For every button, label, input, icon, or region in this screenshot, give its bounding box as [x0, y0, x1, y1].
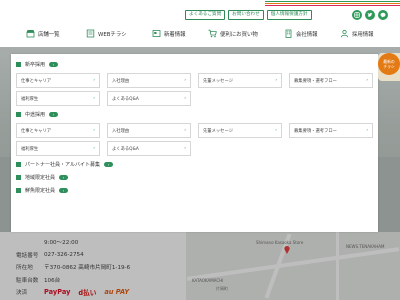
- section-mid-career[interactable]: 中途採用 ›: [16, 110, 378, 119]
- square-bullet-icon: [16, 162, 21, 167]
- mid-career-link-requirements[interactable]: 募集要項・選考フロー ›: [289, 123, 373, 138]
- mid-career-link-career[interactable]: 仕事とキャリア ›: [16, 123, 100, 138]
- arrow-right-icon: ›: [59, 188, 69, 193]
- new-grad-link-messages[interactable]: 先輩メッセージ ›: [198, 73, 282, 88]
- new-grad-links: 仕事とキャリア › 入社理由 › 先輩メッセージ › 募集要項・選考フロー › 福利厚生…: [16, 73, 378, 106]
- nav-label: 会社情報: [296, 31, 318, 38]
- chevron-right-icon: ›: [184, 146, 186, 151]
- section-part-time[interactable]: パートナー社員・アルバイト募集 ›: [16, 160, 378, 169]
- header-decoration: [265, 0, 400, 7]
- building-icon: [284, 29, 293, 38]
- chevron-right-icon: ›: [93, 78, 95, 83]
- new-grad-link-requirements[interactable]: 募集要項・選考フロー ›: [289, 73, 373, 88]
- utility-links: よくあるご質問 お問い合わせ 個人情報保護方針: [185, 10, 312, 20]
- mid-career-links: 仕事とキャリア › 入社理由 › 先輩メッセージ › 募集要項・選考フロー › 福利厚生…: [16, 123, 378, 156]
- nav-label: 便利にお買い物: [220, 31, 258, 38]
- nav-label: WEBチラシ: [98, 31, 127, 38]
- chevron-right-icon: ›: [366, 128, 368, 133]
- mid-career-link-faq[interactable]: よくあるQ&A ›: [107, 141, 191, 156]
- section-regional[interactable]: 地域限定社員 ›: [16, 173, 378, 182]
- square-bullet-icon: [16, 188, 21, 193]
- chevron-right-icon: ›: [366, 78, 368, 83]
- chevron-right-icon: ›: [275, 128, 277, 133]
- nav-label: 店舗一覧: [38, 31, 60, 38]
- chevron-right-icon: ›: [275, 78, 277, 83]
- privacy-link[interactable]: 個人情報保護方針: [266, 10, 312, 20]
- chevron-right-icon: ›: [184, 96, 186, 101]
- chevron-right-icon: ›: [184, 128, 186, 133]
- square-bullet-icon: [16, 175, 21, 180]
- faq-link[interactable]: よくあるご質問: [185, 10, 226, 20]
- chevron-right-icon: ›: [184, 78, 186, 83]
- chevron-right-icon: ›: [93, 146, 95, 151]
- shop-icon: [26, 29, 35, 38]
- arrow-right-icon: ›: [49, 62, 59, 67]
- recruit-dropdown: 新卒採用 › 仕事とキャリア › 入社理由 › 先輩メッセージ › 募集要項・選考フロ…: [11, 54, 378, 232]
- latest-flyer-badge[interactable]: 最新の チラシ: [378, 53, 400, 81]
- nav-label: 新着情報: [164, 31, 186, 38]
- site-header: よくあるご質問 お問い合わせ 個人情報保護方針 店舗一覧 WEBチラシ 新着情報…: [0, 0, 400, 47]
- arrow-right-icon: ›: [49, 112, 59, 117]
- arrow-right-icon: ›: [59, 175, 69, 180]
- new-grad-link-faq[interactable]: よくあるQ&A ›: [107, 91, 191, 106]
- sns-links: [352, 10, 388, 20]
- chevron-right-icon: ›: [93, 128, 95, 133]
- nav-recruit[interactable]: 採用情報: [340, 29, 374, 38]
- nav-convenient-shopping[interactable]: 便利にお買い物: [208, 29, 258, 38]
- nav-shops[interactable]: 店舗一覧: [26, 29, 60, 38]
- new-grad-link-reason[interactable]: 入社理由 ›: [107, 73, 191, 88]
- nav-web-flyer[interactable]: WEBチラシ: [86, 29, 127, 38]
- square-bullet-icon: [16, 112, 21, 117]
- twitter-icon[interactable]: [365, 10, 375, 20]
- flyer-icon: [86, 29, 95, 38]
- news-icon: [152, 29, 161, 38]
- instagram-icon[interactable]: [352, 10, 362, 20]
- section-shop-specific[interactable]: 鮮魚限定社員 ›: [16, 186, 378, 195]
- global-nav: 店舗一覧 WEBチラシ 新着情報 便利にお買い物 会社情報 採用情報: [0, 26, 400, 42]
- mid-career-link-reason[interactable]: 入社理由 ›: [107, 123, 191, 138]
- flyer-badge-circle: 最新の チラシ: [378, 53, 400, 75]
- new-grad-link-career[interactable]: 仕事とキャリア ›: [16, 73, 100, 88]
- nav-company[interactable]: 会社情報: [284, 29, 318, 38]
- nav-news[interactable]: 新着情報: [152, 29, 186, 38]
- nav-label: 採用情報: [352, 31, 374, 38]
- contact-link[interactable]: お問い合わせ: [228, 10, 264, 20]
- section-new-grad[interactable]: 新卒採用 ›: [16, 60, 378, 69]
- arrow-right-icon: ›: [103, 162, 113, 167]
- new-grad-link-benefits[interactable]: 福利厚生 ›: [16, 91, 100, 106]
- mid-career-link-benefits[interactable]: 福利厚生 ›: [16, 141, 100, 156]
- square-bullet-icon: [16, 62, 21, 67]
- chevron-right-icon: ›: [93, 96, 95, 101]
- cart-icon: [208, 29, 217, 38]
- line-icon[interactable]: [378, 10, 388, 20]
- mid-career-link-messages[interactable]: 先輩メッセージ ›: [198, 123, 282, 138]
- recruit-icon: [340, 29, 349, 38]
